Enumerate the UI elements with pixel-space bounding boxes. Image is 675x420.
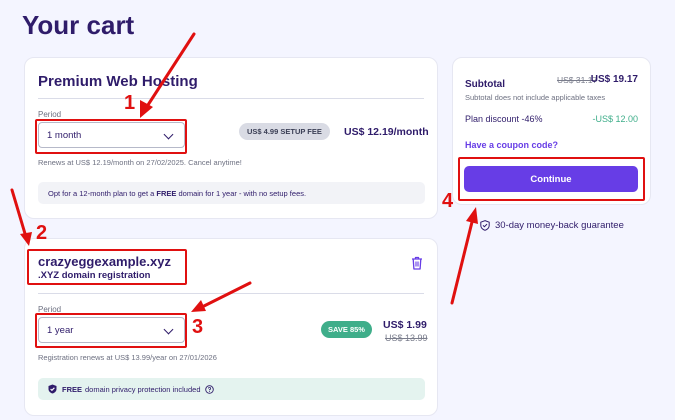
annotation-arrow-2	[10, 188, 28, 239]
annotation-arrows	[10, 32, 478, 312]
annotation-arrow-3	[200, 281, 252, 309]
annotation-arrow-1	[144, 32, 196, 110]
annotation-arrow-4	[450, 220, 474, 305]
